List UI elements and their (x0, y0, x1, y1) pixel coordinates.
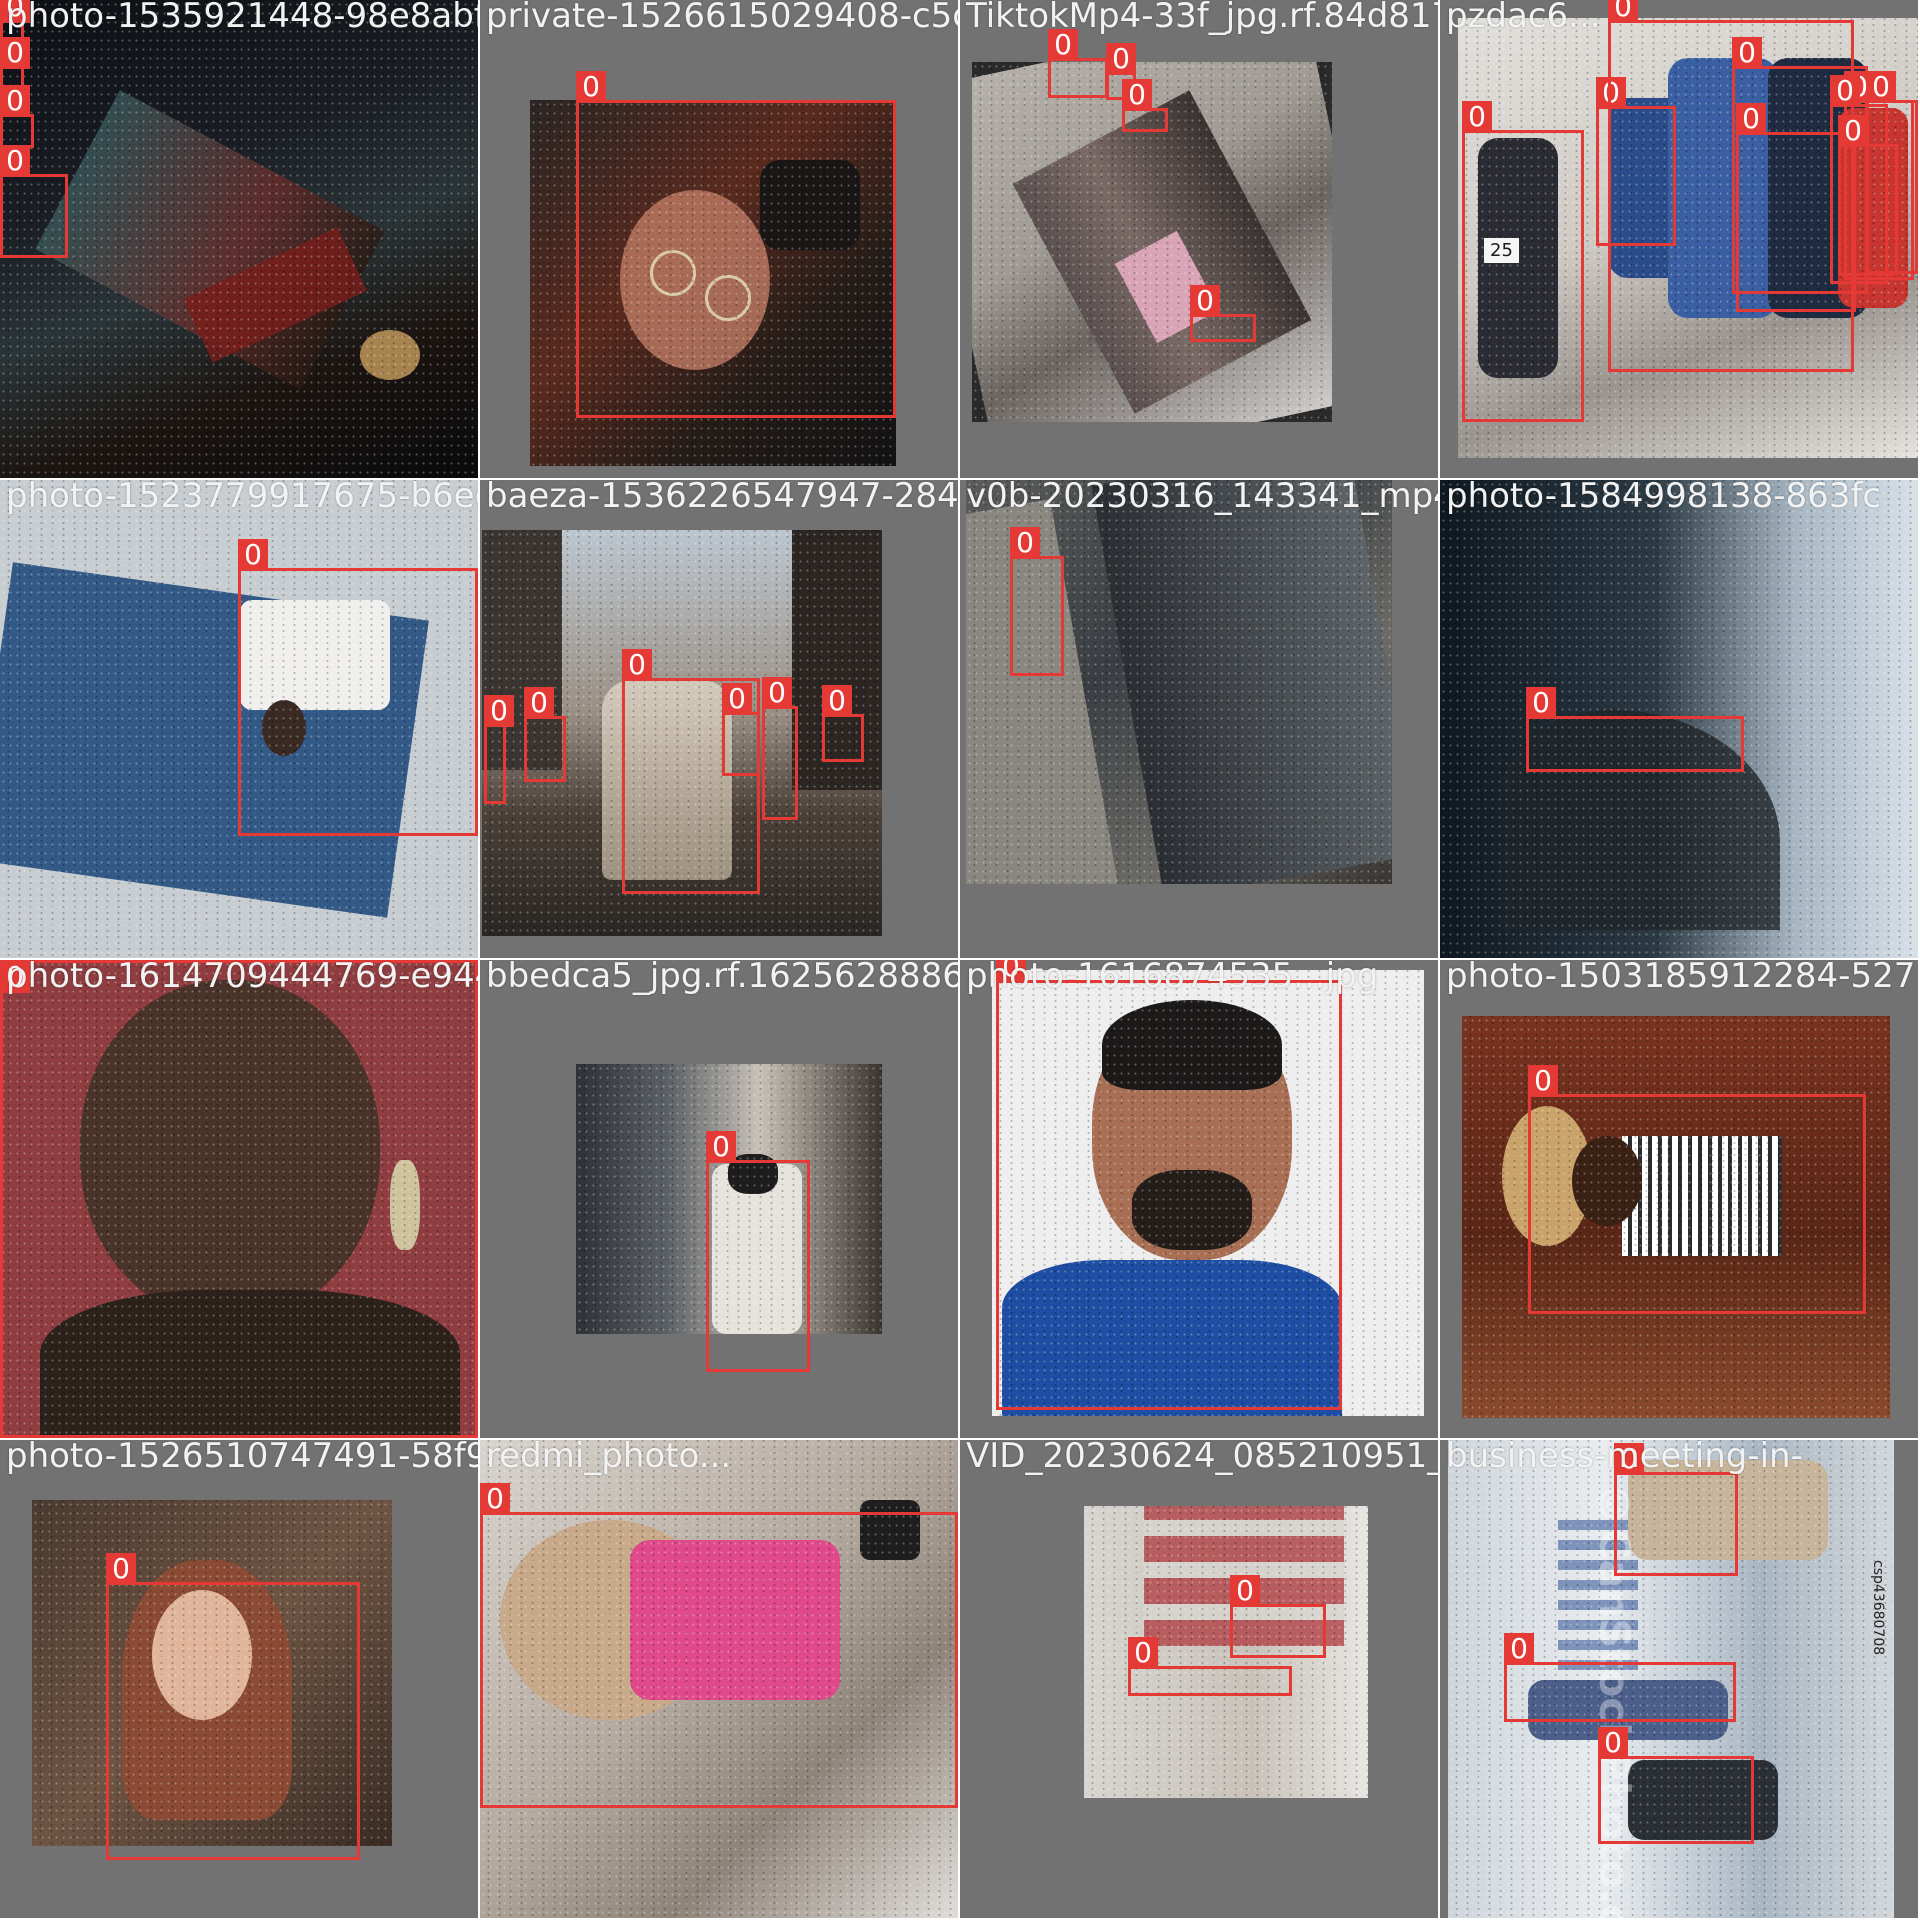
night-street-photo (0, 0, 478, 478)
tile-11[interactable]: 0 photo-1616874535...jpg (960, 960, 1438, 1438)
grid-divider (0, 1438, 1920, 1440)
class-label: 0 (484, 695, 514, 727)
class-label: 0 (106, 1553, 136, 1585)
bounding-box[interactable]: 0 (1526, 687, 1744, 772)
bounding-box[interactable]: 0 (1190, 285, 1256, 342)
bounding-box[interactable]: 0 (480, 1483, 958, 1808)
filename-caption: photo-1616874535...jpg (966, 960, 1379, 996)
filename-caption: redmi_photo... (486, 1440, 732, 1476)
class-label: 0 (1122, 79, 1152, 111)
tile-1[interactable]: 0 0 0 0 photo-1535921448-98e8abf477a8_jp… (0, 0, 478, 478)
tile-15[interactable]: 0 0 VID_20230624_085210951_bus4-33_jpg (960, 1440, 1438, 1918)
tile-14[interactable]: 0 redmi_photo... (480, 1440, 958, 1918)
tile-9[interactable]: 0 photo-1614709444769-e944ab6 (0, 960, 478, 1438)
bounding-box[interactable]: 0 (1230, 1575, 1326, 1658)
bounding-box[interactable]: 0 (762, 677, 798, 820)
class-label: 0 (1504, 1633, 1534, 1665)
tile-12[interactable]: 0 photo-1503185912284-5271 (1440, 960, 1918, 1438)
filename-caption: TiktokMp4-33f_jpg.rf.84d8172dde45a5... (966, 0, 1438, 36)
class-label: 0 (1106, 43, 1136, 75)
grid-divider (1438, 0, 1440, 1920)
bounding-box[interactable]: 0 (106, 1553, 360, 1860)
tile-8[interactable]: 0 photo-1584998138-863fc (1440, 480, 1918, 958)
class-label: 0 (1830, 75, 1860, 107)
class-label: 0 (0, 85, 30, 117)
bounding-box[interactable]: 0 (576, 71, 896, 418)
tile-6[interactable]: 0 0 0 0 0 0 baeza-1536226547947-284fd018… (480, 480, 958, 958)
stock-id-text: csp43680708 (1870, 1560, 1886, 1656)
bounding-box[interactable]: 0 (484, 695, 514, 804)
class-label: 0 (722, 683, 752, 715)
bounding-box[interactable]: 0 (1048, 29, 1108, 98)
grid-divider (478, 0, 480, 1920)
filename-caption: baeza-1536226547947-284fd018.jpg (486, 480, 958, 516)
bounding-box[interactable]: 0 (1866, 71, 1918, 274)
tile-13[interactable]: 0 photo-1526510747491-58f928ec870f_jpg.r… (0, 1440, 478, 1918)
tile-4[interactable]: 0 0 0 0 0 0 0 0 0 25 pzdac6... (1440, 0, 1918, 478)
tile-2[interactable]: 0 private-1526615029408-c5dc780c89fb_jpg… (480, 0, 958, 478)
tile-5[interactable]: 0 photo-1523779917675-b6ed3a42a561_jpg.r… (0, 480, 478, 958)
class-label: 0 (1230, 1575, 1260, 1607)
bounding-box[interactable]: 0 (238, 539, 478, 836)
bounding-box[interactable]: 0 (1010, 527, 1064, 676)
class-label: 0 (1128, 1637, 1158, 1669)
filename-caption: v0b-20230316_143341_mp4-37_jpg.rf (966, 480, 1438, 516)
bounding-box[interactable]: 0 (0, 85, 34, 148)
class-label: 0 (1528, 1065, 1558, 1097)
filename-caption: photo-1523779917675-b6ed3a42a561_jpg.rf (6, 480, 478, 516)
filename-caption: photo-1503185912284-5271 (1446, 960, 1918, 996)
bounding-box[interactable]: 0 (1598, 1727, 1754, 1844)
filename-caption: business-meeting-in- (1446, 1440, 1803, 1476)
class-label: 0 (1598, 1727, 1628, 1759)
filename-caption: private-1526615029408-c5dc780c89fb_jpg.r… (486, 0, 958, 36)
class-label: 0 (524, 687, 554, 719)
bounding-box[interactable]: 0 (0, 960, 478, 1438)
grid-divider (958, 0, 960, 1920)
class-label: 0 (1010, 527, 1040, 559)
class-label: 0 (1608, 0, 1638, 23)
bounding-box[interactable]: 0 (1462, 101, 1584, 422)
filename-caption: bbedca5_jpg.rf.1625628886051-2d84 (486, 960, 958, 996)
filename-caption: VID_20230624_085210951_bus4-33_jpg (966, 1440, 1438, 1476)
grid-divider (0, 478, 1920, 480)
class-label: 0 (1866, 71, 1896, 103)
bounding-box[interactable]: 0 (1128, 1637, 1292, 1696)
class-label: 0 (1736, 103, 1766, 135)
filename-caption: pzdac6... (1446, 0, 1601, 36)
class-label: 0 (0, 145, 30, 177)
tile-7[interactable]: 0 v0b-20230316_143341_mp4-37_jpg.rf (960, 480, 1438, 958)
class-label: 0 (706, 1131, 736, 1163)
bounding-box[interactable]: 0 (722, 683, 760, 776)
filename-caption: photo-1526510747491-58f928ec870f_jpg.rf (6, 1440, 478, 1476)
filename-caption: photo-1535921448-98e8abf477a8_jpg.rf.84d… (6, 0, 478, 36)
bounding-box[interactable]: 0 (706, 1131, 810, 1372)
bounding-box[interactable]: 0 (1614, 1443, 1738, 1576)
grid-divider (0, 958, 1920, 960)
class-label: 0 (576, 71, 606, 103)
bounding-box[interactable]: 0 (524, 687, 566, 782)
class-label: 0 (1190, 285, 1220, 317)
class-label: 0 (622, 649, 652, 681)
bounding-box[interactable]: 0 (1528, 1065, 1866, 1314)
tile-3[interactable]: 0 0 0 0 TiktokMp4-33f_jpg.rf.84d8172dde4… (960, 0, 1438, 478)
filename-caption: photo-1584998138-863fc (1446, 480, 1882, 516)
bounding-box[interactable]: 0 (1122, 79, 1168, 132)
class-label: 0 (1732, 37, 1762, 69)
bounding-box[interactable]: 0 (822, 685, 864, 762)
class-label: 0 (822, 685, 852, 717)
class-label: 0 (0, 37, 30, 69)
class-label: 0 (1526, 687, 1556, 719)
bounding-box[interactable]: 0 (996, 960, 1342, 1410)
filename-caption: photo-1614709444769-e944ab6 (6, 960, 478, 996)
mosaic-grid: 0 0 0 0 photo-1535921448-98e8abf477a8_jp… (0, 0, 1920, 1920)
bounding-box[interactable]: 0 (0, 145, 68, 258)
class-label: 0 (480, 1483, 510, 1515)
bounding-box[interactable]: 0 (1504, 1633, 1736, 1722)
class-label: 0 (238, 539, 268, 571)
tile-10[interactable]: 0 bbedca5_jpg.rf.1625628886051-2d84 (480, 960, 958, 1438)
class-label: 0 (762, 677, 792, 709)
tile-16[interactable]: ©CanStockPhoto.com csp43680708 0 0 0 bus… (1440, 1440, 1918, 1918)
class-label: 0 (1462, 101, 1492, 133)
